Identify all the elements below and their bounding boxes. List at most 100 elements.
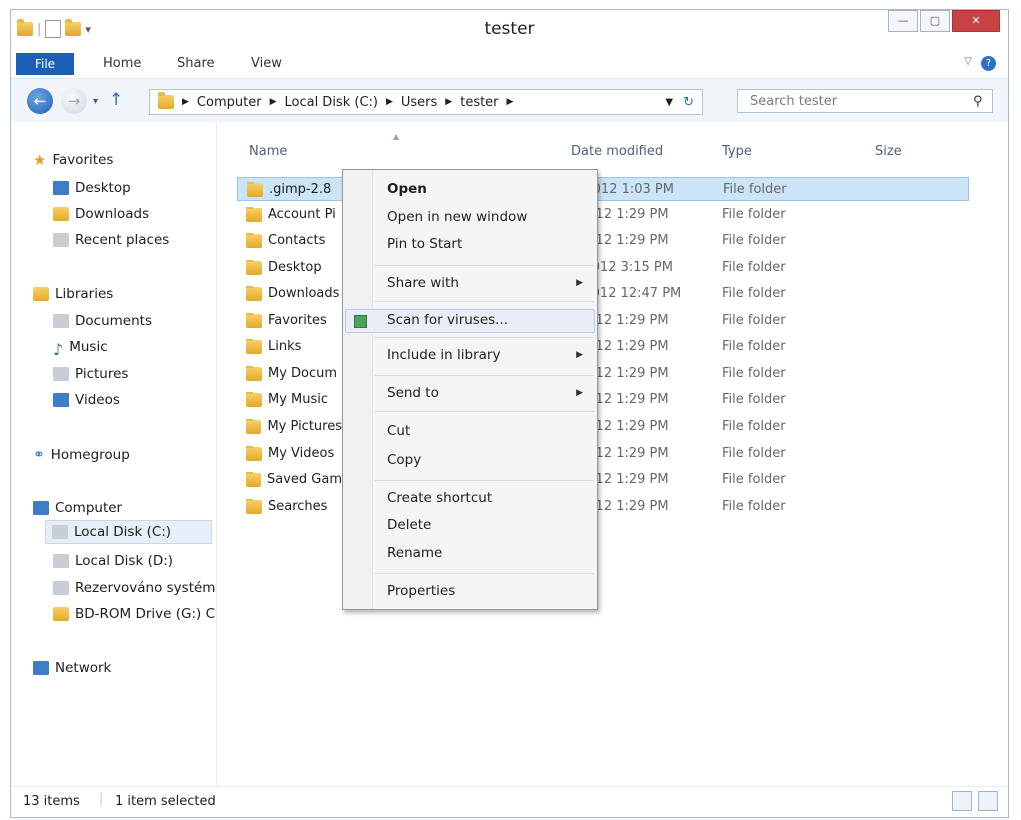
nav-bd-rom[interactable]: BD-ROM Drive (G:) C (53, 606, 215, 622)
search-icon[interactable]: ⚲ (973, 94, 983, 109)
file-type: File folder (722, 286, 786, 301)
refresh-icon[interactable]: ↻ (683, 95, 694, 110)
breadcrumb-computer[interactable]: Computer (197, 95, 262, 110)
nav-downloads[interactable]: Downloads (53, 206, 149, 222)
file-name-label: Saved Gam (267, 472, 342, 487)
column-date-modified[interactable]: Date modified (571, 144, 663, 159)
close-button[interactable]: ✕ (952, 10, 1000, 32)
tab-home[interactable]: Home (103, 56, 141, 71)
nav-desktop[interactable]: Desktop (53, 180, 131, 196)
folder-icon (246, 207, 262, 222)
address-row: ← → ▾ ↑ ▶ Computer ▶ Local Disk (C:) ▶ U… (11, 82, 1008, 122)
search-input[interactable]: Search tester (737, 89, 993, 113)
nav-music[interactable]: ♪ Music (53, 339, 108, 359)
folder-icon (246, 313, 262, 328)
status-bar: 13 items | 1 item selected (11, 786, 1008, 817)
file-name-label: My Videos (268, 446, 335, 461)
menu-share-with[interactable]: Share with (387, 275, 459, 291)
nav-libraries[interactable]: Libraries (33, 286, 113, 302)
file-name-label: Contacts (268, 233, 326, 248)
minimize-button[interactable]: — (888, 10, 918, 32)
nav-favorites[interactable]: ★ Favorites (33, 152, 113, 168)
menu-include-in-library[interactable]: Include in library (387, 347, 500, 363)
nav-label: Recent places (75, 232, 170, 248)
nav-local-disk-d[interactable]: Local Disk (D:) (53, 553, 173, 569)
nav-label: Pictures (75, 366, 129, 382)
breadcrumb-arrow-icon[interactable]: ▶ (270, 97, 277, 107)
nav-recent-places[interactable]: Recent places (53, 232, 169, 248)
file-name-label: .gimp-2.8 (269, 182, 332, 197)
forward-button[interactable]: → (61, 88, 87, 114)
recent-locations-icon[interactable]: ▾ (93, 96, 98, 107)
breadcrumb-arrow-icon[interactable]: ▶ (507, 97, 514, 107)
tab-view[interactable]: View (251, 56, 282, 71)
file-type: File folder (722, 233, 786, 248)
menu-separator (375, 265, 594, 266)
file-name-label: Links (268, 339, 302, 354)
file-name-label: Desktop (268, 260, 322, 275)
back-button[interactable]: ← (27, 88, 53, 114)
homegroup-icon: ⚭ (33, 447, 45, 463)
menu-open[interactable]: Open (387, 181, 427, 197)
breadcrumb-arrow-icon[interactable]: ▶ (182, 97, 189, 107)
menu-delete[interactable]: Delete (387, 517, 431, 533)
address-dropdown-icon[interactable]: ▼ (665, 97, 673, 108)
network-icon (33, 661, 49, 675)
file-name: My Pictures (246, 419, 342, 434)
nav-label: BD-ROM Drive (G:) C (75, 606, 216, 622)
menu-separator (375, 480, 594, 481)
item-count: 13 items (23, 794, 80, 809)
breadcrumb-arrow-icon[interactable]: ▶ (445, 97, 452, 107)
nav-documents[interactable]: Documents (53, 313, 152, 329)
nav-videos[interactable]: Videos (53, 392, 120, 408)
column-size[interactable]: Size (875, 144, 902, 159)
help-icon[interactable]: ? (981, 56, 996, 71)
details-view-icon[interactable] (952, 791, 972, 811)
maximize-button[interactable]: ▢ (920, 10, 950, 32)
breadcrumb-arrow-icon[interactable]: ▶ (386, 97, 393, 107)
nav-local-disk-c[interactable]: Local Disk (C:) (45, 520, 212, 544)
folder-icon (247, 182, 263, 197)
nav-reserved[interactable]: Rezervováno systém (53, 580, 215, 596)
menu-copy[interactable]: Copy (387, 452, 421, 468)
expand-ribbon-icon[interactable]: ▽ (964, 56, 972, 67)
music-icon: ♪ (53, 340, 64, 359)
nav-network[interactable]: Network (33, 660, 111, 676)
folder-icon (246, 260, 262, 275)
menu-cut[interactable]: Cut (387, 423, 410, 439)
tab-file[interactable]: File (16, 53, 74, 75)
tab-share[interactable]: Share (177, 56, 215, 71)
large-icons-view-icon[interactable] (978, 791, 998, 811)
address-bar[interactable]: ▶ Computer ▶ Local Disk (C:) ▶ Users ▶ t… (149, 89, 703, 115)
nav-computer[interactable]: Computer (33, 500, 122, 516)
menu-rename[interactable]: Rename (387, 545, 442, 561)
file-name: Downloads (246, 286, 342, 301)
view-switcher (952, 791, 998, 811)
up-button[interactable]: ↑ (109, 90, 123, 110)
file-type: File folder (722, 339, 786, 354)
selection-count: 1 item selected (115, 794, 216, 809)
menu-scan-for-viruses[interactable]: Scan for viruses... (387, 312, 508, 328)
computer-icon (33, 501, 49, 515)
antivirus-icon (354, 315, 367, 328)
menu-create-shortcut[interactable]: Create shortcut (387, 490, 492, 506)
nav-label: Desktop (75, 180, 131, 196)
file-type: File folder (722, 499, 786, 514)
column-type[interactable]: Type (722, 144, 752, 159)
disc-drive-icon (53, 607, 69, 621)
drive-icon (53, 554, 69, 568)
menu-properties[interactable]: Properties (387, 583, 455, 599)
sort-ascending-icon: ▲ (393, 132, 400, 141)
separator: | (99, 792, 104, 807)
breadcrumb-users[interactable]: Users (401, 95, 437, 110)
nav-label: Libraries (55, 286, 114, 302)
folder-icon (246, 233, 262, 248)
column-name[interactable]: Name (249, 144, 287, 159)
menu-send-to[interactable]: Send to (387, 385, 439, 401)
menu-open-new-window[interactable]: Open in new window (387, 209, 527, 225)
breadcrumb-tester[interactable]: tester (460, 95, 498, 110)
breadcrumb-local-disk[interactable]: Local Disk (C:) (284, 95, 377, 110)
nav-homegroup[interactable]: ⚭ Homegroup (33, 447, 130, 463)
nav-pictures[interactable]: Pictures (53, 366, 128, 382)
menu-pin-to-start[interactable]: Pin to Start (387, 236, 462, 252)
